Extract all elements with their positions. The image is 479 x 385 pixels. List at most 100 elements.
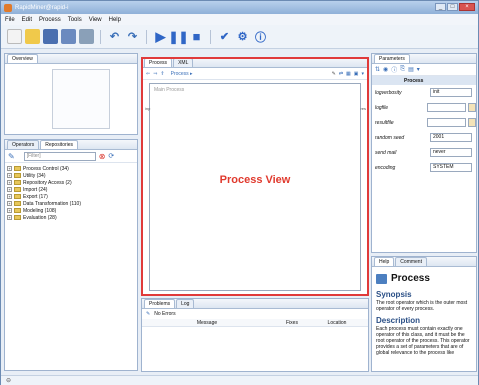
main-toolbar: ↶ ↷ ▶ ❚❚ ■ ✔ ⚙ ⓘ <box>1 25 478 49</box>
tab-log[interactable]: Log <box>176 299 195 308</box>
param-expert-icon[interactable]: ◉ <box>383 66 388 73</box>
problems-header: Message Fixes Location <box>142 319 368 327</box>
result-port[interactable]: res <box>360 106 366 111</box>
tab-comment[interactable]: Comment <box>395 257 427 266</box>
filter-input[interactable]: [Filter] <box>23 151 96 161</box>
menu-edit[interactable]: Edit <box>22 17 32 23</box>
input-port[interactable]: inp <box>145 106 150 111</box>
parameters-panel: Parameters ⇅ ◉ ⓘ ⎘ ▤ ▾ Process logverbosity in… <box>371 53 477 253</box>
expand-icon[interactable]: + <box>7 194 12 199</box>
param-value[interactable] <box>426 118 467 127</box>
operator-menu-icon[interactable]: ✎ <box>8 152 15 161</box>
stop-icon[interactable]: ■ <box>189 29 204 44</box>
open-icon[interactable] <box>25 29 40 44</box>
menu-view[interactable]: View <box>89 17 102 23</box>
tree-item[interactable]: + Evaluation (28) <box>7 214 135 221</box>
new-icon[interactable] <box>7 29 22 44</box>
undo-icon[interactable]: ↶ <box>107 29 122 44</box>
problems-icon: ✎ <box>146 311 151 317</box>
help-panel: Help Comment Process Synopsis The root o… <box>371 256 477 372</box>
param-copy-icon[interactable]: ⎘ <box>400 66 405 73</box>
folder-icon <box>14 173 21 178</box>
expand-icon[interactable]: + <box>7 201 12 206</box>
menu-help[interactable]: Help <box>109 17 121 23</box>
layout-icon[interactable]: ▦ <box>346 71 351 77</box>
expand-icon[interactable]: + <box>7 180 12 185</box>
overview-thumbnail[interactable] <box>52 69 110 129</box>
param-row: resultfile <box>372 115 477 130</box>
expand-icon[interactable]: + <box>7 208 12 213</box>
column-location[interactable]: Location <box>312 320 362 326</box>
tab-parameters[interactable]: Parameters <box>374 54 410 63</box>
expand-icon[interactable]: + <box>7 215 12 220</box>
wire-icon[interactable]: ✎ <box>332 71 336 77</box>
file-browse-button[interactable] <box>468 118 477 127</box>
forward-icon[interactable]: ⇒ <box>153 71 157 77</box>
app-window: RapidMiner@rapid-i _ □ × File Edit Proce… <box>0 0 479 385</box>
tree-item[interactable]: + Export (17) <box>7 193 135 200</box>
clear-filter-icon[interactable]: ⊗ <box>99 152 106 161</box>
param-value[interactable]: init <box>430 88 472 97</box>
memory-icon[interactable]: ⊖ <box>6 377 11 384</box>
expand-icon[interactable]: + <box>7 166 12 171</box>
tree-item[interactable]: + Data Transformation (110) <box>7 200 135 207</box>
breadcrumb[interactable]: Process ▸ <box>171 71 193 77</box>
up-icon[interactable]: ⇑ <box>160 71 164 77</box>
tab-xml[interactable]: XML <box>173 58 194 67</box>
tree-item[interactable]: + Process Control (34) <box>7 165 135 172</box>
close-button[interactable]: × <box>459 3 475 11</box>
tree-item[interactable]: + Modeling (108) <box>7 207 135 214</box>
column-fixes[interactable]: Fixes <box>272 320 312 326</box>
refresh-icon[interactable]: ⟳ <box>108 152 114 160</box>
info-icon[interactable]: ⓘ <box>253 29 268 44</box>
tree-item[interactable]: + Import (24) <box>7 186 135 193</box>
process-canvas[interactable]: Main Process inp res Process View <box>145 83 366 291</box>
param-value[interactable]: never <box>430 148 472 157</box>
menu-file[interactable]: File <box>5 17 15 23</box>
menu-tools[interactable]: Tools <box>68 17 82 23</box>
expand-icon[interactable]: + <box>7 187 12 192</box>
zoom-icon[interactable]: ▣ <box>354 71 359 77</box>
save-icon[interactable] <box>43 29 58 44</box>
back-icon[interactable]: ⇐ <box>146 71 150 77</box>
process-icon <box>376 273 387 284</box>
param-menu-icon[interactable]: ▾ <box>417 66 420 73</box>
pause-icon[interactable]: ❚❚ <box>168 29 188 44</box>
tab-help[interactable]: Help <box>374 257 395 266</box>
param-value[interactable]: 2001 <box>430 133 472 142</box>
tab-process[interactable]: Process <box>144 58 173 67</box>
tab-repositories[interactable]: Repositories <box>40 140 79 149</box>
tab-overview[interactable]: Overview <box>7 54 38 63</box>
param-value[interactable]: SYSTEM <box>430 163 472 172</box>
tab-problems[interactable]: Problems <box>144 299 176 308</box>
print-icon[interactable] <box>79 29 94 44</box>
file-browse-button[interactable] <box>468 103 477 112</box>
validate-icon[interactable]: ✔ <box>217 29 232 44</box>
folder-icon <box>14 187 21 192</box>
redo-icon[interactable]: ↷ <box>125 29 140 44</box>
param-value[interactable] <box>426 103 467 112</box>
menu-process[interactable]: Process <box>39 17 61 23</box>
param-row: random seed 2001 <box>372 130 476 145</box>
status-bar: ⊖ <box>1 375 478 385</box>
minimize-button[interactable]: _ <box>435 3 446 11</box>
tree-item[interactable]: + Utility (34) <box>7 172 135 179</box>
param-info-icon[interactable]: ⓘ <box>391 65 397 74</box>
settings-icon[interactable]: ⚙ <box>235 29 250 44</box>
tab-operators[interactable]: Operators <box>7 140 40 149</box>
maximize-button[interactable]: □ <box>447 3 458 11</box>
repository-panel: Operators Repositories ✎ [Filter] ⊗ ⟳ + P… <box>4 139 138 371</box>
run-icon[interactable]: ▶ <box>153 29 168 44</box>
column-message[interactable]: Message <box>142 320 272 326</box>
save-as-icon[interactable] <box>61 29 76 44</box>
view-menu-icon[interactable]: ▾ <box>361 71 364 77</box>
toolbar-divider <box>210 29 211 44</box>
auto-wire-icon[interactable]: ⇄ <box>339 71 343 77</box>
process-panel: Process XML ⇐ ⇒ ⇑ Process ▸ ✎ ⇄ ▦ ▣ ▾ Ma… <box>141 57 369 296</box>
param-paste-icon[interactable]: ▤ <box>408 66 414 73</box>
window-title: RapidMiner@rapid-i <box>15 4 69 11</box>
expand-icon[interactable]: + <box>7 173 12 178</box>
param-toggle-icon[interactable]: ⇅ <box>375 66 380 73</box>
tree-item[interactable]: + Repository Access (2) <box>7 179 135 186</box>
synopsis-heading: Synopsis <box>376 290 412 299</box>
